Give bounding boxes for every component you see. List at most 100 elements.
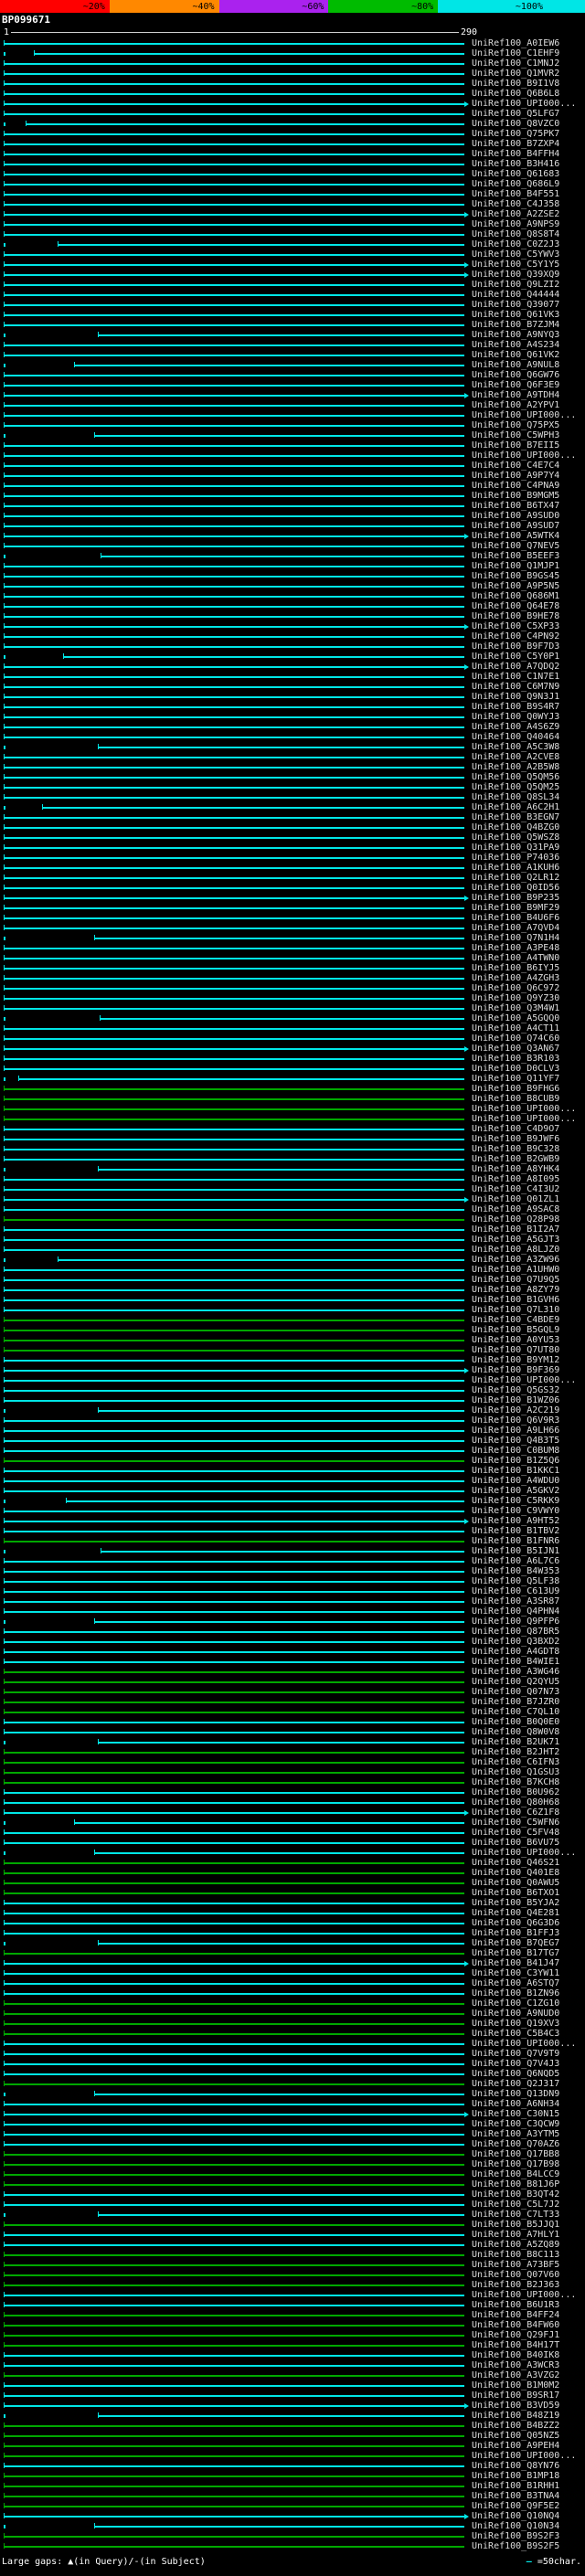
alignment-row[interactable]: UniRef100_Q6F3E9 xyxy=(0,380,585,390)
subject-label[interactable]: UniRef100_Q3M4W1 xyxy=(472,1003,559,1013)
subject-label[interactable]: UniRef100_Q6NQD5 xyxy=(472,2069,559,2079)
alignment-bar[interactable] xyxy=(4,131,464,136)
alignment-bar[interactable] xyxy=(4,1246,464,1252)
subject-label[interactable]: UniRef100_A73BF5 xyxy=(472,2260,559,2270)
subject-label[interactable]: UniRef100_A1UHW0 xyxy=(472,1265,559,1275)
alignment-row[interactable]: UniRef100_UPI000... xyxy=(0,1375,585,1385)
alignment-row[interactable]: UniRef100_B9HE78 xyxy=(0,611,585,621)
alignment-row[interactable]: UniRef100_C4BDE9 xyxy=(0,1315,585,1325)
alignment-row[interactable]: UniRef100_B7QEG7 xyxy=(0,1938,585,1948)
subject-label[interactable]: UniRef100_A9SUD7 xyxy=(472,521,559,531)
alignment-bar[interactable] xyxy=(4,945,464,950)
subject-label[interactable]: UniRef100_Q3BXD2 xyxy=(472,1637,559,1647)
subject-label[interactable]: UniRef100_Q17B98 xyxy=(472,2159,559,2169)
alignment-bar[interactable] xyxy=(4,2332,464,2337)
subject-label[interactable]: UniRef100_B41J47 xyxy=(472,1958,559,1968)
subject-label[interactable]: UniRef100_A5WTK4 xyxy=(472,531,559,541)
subject-label[interactable]: UniRef100_A9P7Y4 xyxy=(472,471,559,481)
alignment-row[interactable]: UniRef100_B1RHH1 xyxy=(0,2481,585,2491)
subject-label[interactable]: UniRef100_Q5WSZ8 xyxy=(472,832,559,843)
subject-label[interactable]: UniRef100_B8C113 xyxy=(472,2250,559,2260)
subject-label[interactable]: UniRef100_B2J363 xyxy=(472,2280,559,2290)
subject-label[interactable]: UniRef100_A9LH66 xyxy=(472,1426,559,1436)
alignment-row[interactable]: UniRef100_Q9PFP6 xyxy=(0,1617,585,1627)
alignment-bar[interactable] xyxy=(4,1307,464,1312)
alignment-row[interactable]: UniRef100_Q17B98 xyxy=(0,2159,585,2169)
subject-label[interactable]: UniRef100_B3TNA4 xyxy=(472,2491,559,2501)
alignment-bar[interactable] xyxy=(4,1508,464,1513)
alignment-row[interactable]: UniRef100_B3VD59 xyxy=(0,2401,585,2411)
subject-label[interactable]: UniRef100_A3WCR3 xyxy=(472,2360,559,2370)
alignment-row[interactable]: UniRef100_A1UHW0 xyxy=(0,1265,585,1275)
subject-label[interactable]: UniRef100_B6U1R3 xyxy=(472,2300,559,2310)
subject-label[interactable]: UniRef100_Q44444 xyxy=(472,290,559,300)
alignment-row[interactable]: UniRef100_B8C113 xyxy=(0,2250,585,2260)
alignment-bar[interactable] xyxy=(4,1910,464,1915)
alignment-row[interactable]: UniRef100_A3WG46 xyxy=(0,1667,585,1677)
alignment-bar[interactable] xyxy=(4,422,464,428)
alignment-bar[interactable] xyxy=(4,2282,464,2287)
alignment-bar[interactable] xyxy=(4,2111,469,2117)
alignment-row[interactable]: UniRef100_Q9N3J1 xyxy=(0,692,585,702)
alignment-bar[interactable] xyxy=(4,151,464,156)
alignment-bar[interactable] xyxy=(4,523,464,528)
alignment-row[interactable]: UniRef100_Q0ID56 xyxy=(0,883,585,893)
alignment-row[interactable]: UniRef100_B9YM12 xyxy=(0,1355,585,1365)
alignment-bar[interactable] xyxy=(4,1417,464,1423)
subject-label[interactable]: UniRef100_A8LJZ0 xyxy=(472,1245,559,1255)
alignment-bar[interactable] xyxy=(4,1789,464,1795)
alignment-bar[interactable] xyxy=(4,90,464,96)
alignment-row[interactable]: UniRef100_A8I095 xyxy=(0,1174,585,1184)
alignment-bar[interactable] xyxy=(4,1648,464,1654)
alignment-row[interactable]: UniRef100_B81J6P xyxy=(0,2179,585,2189)
alignment-bar[interactable] xyxy=(4,764,464,769)
subject-label[interactable]: UniRef100_C3QCW9 xyxy=(472,2119,559,2129)
alignment-row[interactable]: UniRef100_C3YW11 xyxy=(0,1968,585,1978)
alignment-bar[interactable] xyxy=(4,2513,469,2519)
subject-label[interactable]: UniRef100_Q5LF38 xyxy=(472,1576,559,1586)
alignment-bar[interactable] xyxy=(4,613,464,619)
subject-label[interactable]: UniRef100_C613U9 xyxy=(472,1586,559,1596)
subject-label[interactable]: UniRef100_A3ZW96 xyxy=(472,1255,559,1265)
subject-label[interactable]: UniRef100_B1ZN96 xyxy=(472,1988,559,1998)
subject-label[interactable]: UniRef100_C3YW11 xyxy=(472,1968,559,1978)
subject-label[interactable]: UniRef100_UPI000... xyxy=(472,1114,576,1124)
subject-label[interactable]: UniRef100_A0YU53 xyxy=(472,1335,559,1345)
subject-label[interactable]: UniRef100_UPI000... xyxy=(472,99,576,109)
alignment-row[interactable]: UniRef100_B1ZN96 xyxy=(0,1988,585,1998)
alignment-bar[interactable] xyxy=(4,241,464,247)
alignment-row[interactable]: UniRef100_B1TBV2 xyxy=(0,1526,585,1536)
subject-label[interactable]: UniRef100_B9S4R7 xyxy=(472,702,559,712)
alignment-row[interactable]: UniRef100_B0U962 xyxy=(0,1787,585,1797)
subject-label[interactable]: UniRef100_A4S6Z9 xyxy=(472,722,559,732)
subject-label[interactable]: UniRef100_A6L7C6 xyxy=(472,1556,559,1566)
alignment-bar[interactable] xyxy=(4,1106,464,1111)
subject-label[interactable]: UniRef100_C4E7C4 xyxy=(472,461,559,471)
alignment-bar[interactable] xyxy=(4,2030,464,2036)
subject-label[interactable]: UniRef100_Q4BZG0 xyxy=(472,822,559,832)
subject-label[interactable]: UniRef100_Q7V9T9 xyxy=(472,2049,559,2059)
alignment-row[interactable]: UniRef100_C5XP33 xyxy=(0,621,585,631)
alignment-row[interactable]: UniRef100_A2ZSE2 xyxy=(0,209,585,219)
alignment-row[interactable]: UniRef100_A3PE48 xyxy=(0,943,585,953)
alignment-row[interactable]: UniRef100_Q7V9T9 xyxy=(0,2049,585,2059)
alignment-row[interactable]: UniRef100_Q01ZL1 xyxy=(0,1194,585,1204)
subject-label[interactable]: UniRef100_C7LT33 xyxy=(472,2210,559,2220)
alignment-row[interactable]: UniRef100_Q7UT80 xyxy=(0,1345,585,1355)
alignment-row[interactable]: UniRef100_B9FHG6 xyxy=(0,1084,585,1094)
alignment-row[interactable]: UniRef100_B2JHT2 xyxy=(0,1747,585,1757)
alignment-bar[interactable] xyxy=(4,1236,464,1242)
alignment-row[interactable]: UniRef100_UPI000... xyxy=(0,99,585,109)
alignment-bar[interactable] xyxy=(4,1186,464,1192)
alignment-bar[interactable] xyxy=(4,875,464,880)
alignment-bar[interactable] xyxy=(4,2041,464,2046)
alignment-bar[interactable] xyxy=(4,2463,464,2468)
alignment-bar[interactable] xyxy=(4,1950,464,1956)
subject-label[interactable]: UniRef100_B9FHG6 xyxy=(472,1084,559,1094)
subject-label[interactable]: UniRef100_A9HT52 xyxy=(472,1516,559,1526)
subject-label[interactable]: UniRef100_C5XP33 xyxy=(472,621,559,631)
alignment-bar[interactable] xyxy=(4,794,464,800)
subject-label[interactable]: UniRef100_Q80H68 xyxy=(472,1797,559,1807)
alignment-row[interactable]: UniRef100_Q75PX5 xyxy=(0,420,585,430)
alignment-row[interactable]: UniRef100_A5GJT3 xyxy=(0,1235,585,1245)
